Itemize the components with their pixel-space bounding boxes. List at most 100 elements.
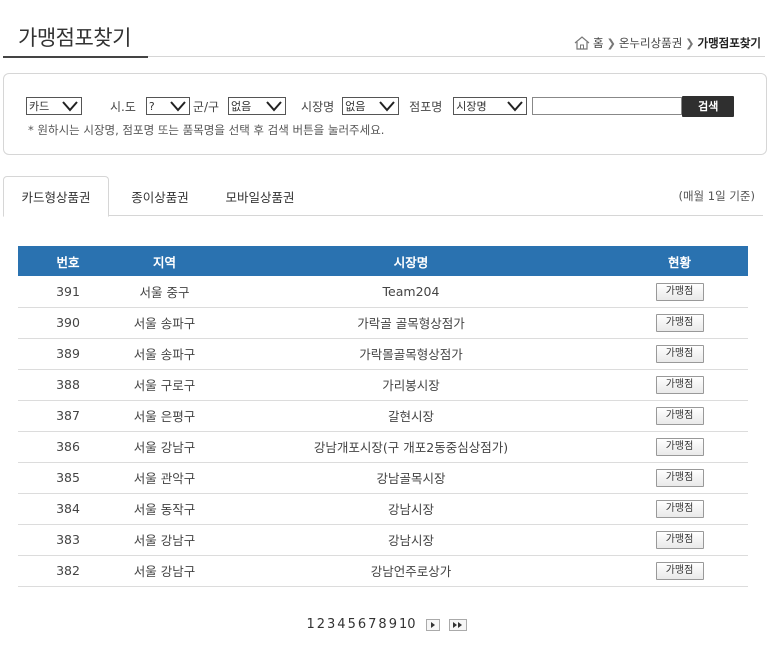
page-link[interactable]: 6	[358, 617, 366, 632]
page-numbers: 1 2 3 4 5 6 7 8 9 10	[306, 617, 415, 632]
row-status: 가맹점	[611, 369, 748, 401]
store-list-button[interactable]: 가맹점	[655, 438, 704, 456]
home-icon[interactable]	[574, 36, 590, 50]
table-row: 384 서울 동작구 강남시장 가맹점	[18, 493, 748, 525]
row-number: 384	[18, 493, 118, 525]
row-market: 강남개포시장(구 개포2동중심상점가)	[211, 431, 611, 463]
breadcrumb-home[interactable]: 홈	[593, 35, 604, 51]
header-status: 현황	[611, 246, 748, 276]
search-type-select-value: 시장명	[456, 100, 487, 113]
row-market: 갈현시장	[211, 400, 611, 432]
header-divider	[148, 56, 765, 57]
pagination: 1 2 3 4 5 6 7 8 9 10	[0, 617, 775, 632]
row-region: 서울 동작구	[118, 493, 211, 525]
row-status: 가맹점	[611, 307, 748, 339]
tab-card-voucher[interactable]: 카드형상품권	[3, 176, 109, 217]
market-label: 시장명	[301, 99, 335, 114]
gungu-select-value: 없음	[231, 100, 252, 113]
store-list-button[interactable]: 가맹점	[655, 469, 704, 487]
store-list-button[interactable]: 가맹점	[655, 376, 704, 394]
tab-mobile-voucher[interactable]: 모바일상품권	[210, 176, 310, 216]
page-link[interactable]: 10	[399, 617, 416, 632]
page-link[interactable]: 9	[389, 617, 397, 632]
row-status: 가맹점	[611, 276, 748, 308]
row-status: 가맹점	[611, 338, 748, 370]
search-type-select[interactable]: 시장명	[453, 97, 528, 115]
row-status: 가맹점	[611, 400, 748, 432]
store-list-button[interactable]: 가맹점	[655, 531, 704, 549]
page-link[interactable]: 4	[337, 617, 345, 632]
store-label: 점포명	[409, 99, 443, 114]
card-type-select[interactable]: 카드	[26, 97, 82, 115]
row-status: 가맹점	[611, 431, 748, 463]
market-select[interactable]: 없음	[342, 97, 400, 115]
tab-paper-voucher[interactable]: 종이상품권	[115, 176, 205, 216]
row-region: 서울 관악구	[118, 462, 211, 494]
breadcrumb-current: 가맹점포찾기	[697, 36, 761, 50]
row-market: 강남골목시장	[211, 462, 611, 494]
row-market: 가리봉시장	[211, 369, 611, 401]
chevron-right-icon: ❯	[606, 36, 616, 50]
store-table: 번호 지역 시장명 현황 391 서울 중구 Team204 가맹점 390 서울 송파구…	[18, 246, 748, 587]
page-link[interactable]: 3	[327, 617, 335, 632]
table-row: 388 서울 구로구 가리봉시장 가맹점	[18, 369, 748, 401]
page-link[interactable]: 2	[317, 617, 325, 632]
row-market: 가락골 골목형상점가	[211, 307, 611, 339]
table-row: 387 서울 은평구 갈현시장 가맹점	[18, 400, 748, 432]
chevron-down-icon	[266, 101, 282, 112]
gungu-label: 군/구	[192, 99, 220, 114]
search-row: 카드 시.도 ? 군/구 없음 시장명 없음 점포명 시장명 검색	[26, 95, 735, 117]
row-number: 389	[18, 338, 118, 370]
sido-select[interactable]: ?	[145, 97, 190, 115]
row-region: 서울 구로구	[118, 369, 211, 401]
row-number: 391	[18, 276, 118, 308]
last-page-icon[interactable]	[448, 618, 467, 631]
chevron-down-icon	[507, 101, 524, 112]
store-list-button[interactable]: 가맹점	[655, 345, 704, 363]
page-link[interactable]: 5	[348, 617, 356, 632]
table-row: 391 서울 중구 Team204 가맹점	[18, 276, 748, 308]
next-page-icon[interactable]	[425, 618, 440, 631]
page-link[interactable]: 1	[306, 617, 314, 632]
search-panel: 카드 시.도 ? 군/구 없음 시장명 없음 점포명 시장명 검색 * 원하시는…	[3, 73, 767, 155]
chevron-down-icon	[170, 101, 186, 112]
search-button[interactable]: 검색	[682, 95, 735, 117]
store-list-button[interactable]: 가맹점	[655, 500, 704, 518]
store-list-button[interactable]: 가맹점	[655, 314, 704, 332]
breadcrumb: 홈 ❯ 온누리상품권 ❯ 가맹점포찾기	[574, 35, 761, 51]
row-market: 강남언주로상가	[211, 555, 611, 587]
row-status: 가맹점	[611, 555, 748, 587]
row-number: 387	[18, 400, 118, 432]
row-market: Team204	[211, 276, 611, 308]
row-number: 390	[18, 307, 118, 339]
sido-select-value: ?	[148, 99, 155, 113]
gungu-select[interactable]: 없음	[228, 97, 287, 115]
update-note: (매월 1일 기준)	[678, 189, 755, 203]
page-link[interactable]: 8	[378, 617, 386, 632]
row-market: 가락몰골목형상점가	[211, 338, 611, 370]
row-status: 가맹점	[611, 524, 748, 556]
store-list-button[interactable]: 가맹점	[655, 407, 704, 425]
row-region: 서울 강남구	[118, 555, 211, 587]
row-market: 강남시장	[211, 493, 611, 525]
page-link[interactable]: 7	[368, 617, 376, 632]
chevron-down-icon	[379, 101, 395, 112]
search-help-text: * 원하시는 시장명, 점포명 또는 품목명을 선택 후 검색 버튼을 눌러주세…	[28, 123, 385, 137]
row-number: 386	[18, 431, 118, 463]
store-list-button[interactable]: 가맹점	[655, 562, 704, 580]
sido-label: 시.도	[110, 99, 136, 114]
header-region: 지역	[118, 246, 211, 276]
table-header-row: 번호 지역 시장명 현황	[18, 246, 748, 276]
table-row: 385 서울 관악구 강남골목시장 가맹점	[18, 462, 748, 494]
row-region: 서울 강남구	[118, 431, 211, 463]
header-market: 시장명	[211, 246, 611, 276]
row-number: 382	[18, 555, 118, 587]
breadcrumb-section[interactable]: 온누리상품권	[619, 35, 682, 51]
store-list-button[interactable]: 가맹점	[655, 282, 704, 301]
row-region: 서울 중구	[118, 276, 211, 308]
chevron-right-icon: ❯	[685, 36, 695, 50]
table-row: 382 서울 강남구 강남언주로상가 가맹점	[18, 555, 748, 587]
title-underline	[3, 56, 148, 58]
row-market: 강남시장	[211, 524, 611, 556]
keyword-input[interactable]	[532, 97, 683, 115]
